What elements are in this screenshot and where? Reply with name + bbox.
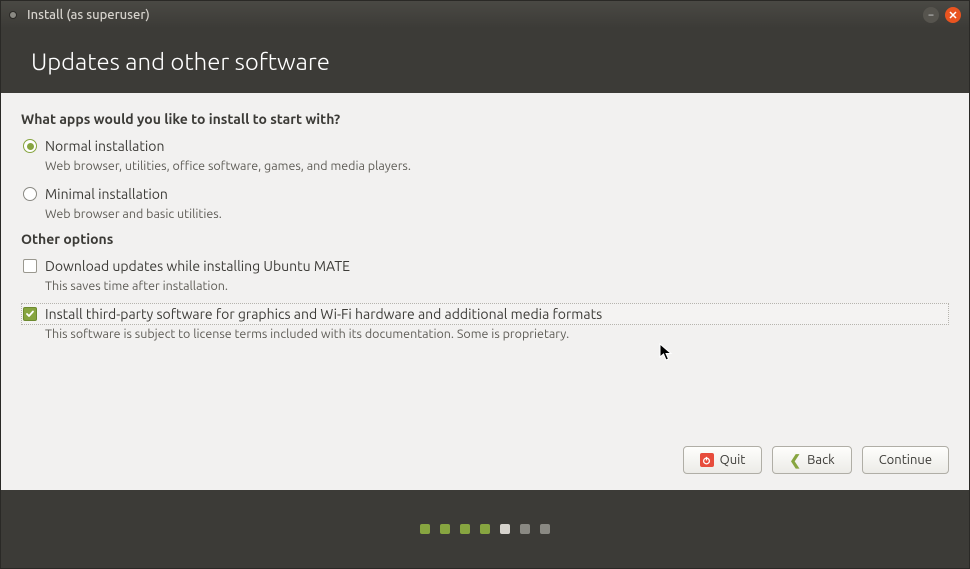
checkbox-icon bbox=[23, 259, 37, 273]
power-icon bbox=[700, 453, 714, 467]
checkbox-third-party[interactable]: Install third-party software for graphic… bbox=[21, 303, 949, 325]
quit-button[interactable]: Quit bbox=[683, 446, 763, 474]
checkbox-thirdparty-desc: This software is subject to license term… bbox=[45, 327, 949, 341]
progress-footer bbox=[1, 490, 969, 568]
install-question: What apps would you like to install to s… bbox=[21, 111, 949, 127]
button-bar: Quit ❮ Back Continue bbox=[21, 426, 949, 474]
button-label: Continue bbox=[879, 453, 932, 467]
app-indicator-icon bbox=[9, 11, 17, 19]
radio-minimal-install[interactable]: Minimal installation bbox=[21, 183, 949, 205]
progress-step bbox=[460, 524, 470, 534]
progress-step bbox=[440, 524, 450, 534]
back-button[interactable]: ❮ Back bbox=[772, 446, 851, 474]
content-area: What apps would you like to install to s… bbox=[1, 93, 969, 490]
radio-label: Minimal installation bbox=[45, 186, 168, 202]
radio-icon bbox=[23, 187, 37, 201]
radio-icon bbox=[23, 139, 37, 153]
titlebar[interactable]: Install (as superuser) – bbox=[1, 1, 969, 28]
radio-minimal-desc: Web browser and basic utilities. bbox=[45, 207, 949, 221]
button-label: Quit bbox=[720, 453, 746, 467]
checkbox-label: Install third-party software for graphic… bbox=[45, 306, 602, 322]
page-header: Updates and other software bbox=[1, 28, 969, 93]
checkbox-label: Download updates while installing Ubuntu… bbox=[45, 258, 350, 274]
close-button[interactable] bbox=[945, 7, 961, 23]
progress-step-current bbox=[500, 524, 510, 534]
progress-step bbox=[520, 524, 530, 534]
installer-window: Install (as superuser) – Updates and oth… bbox=[0, 0, 970, 569]
button-label: Back bbox=[807, 453, 835, 467]
progress-step bbox=[480, 524, 490, 534]
continue-button[interactable]: Continue bbox=[862, 446, 949, 474]
minimize-button[interactable]: – bbox=[923, 7, 939, 23]
progress-step bbox=[540, 524, 550, 534]
page-title: Updates and other software bbox=[31, 48, 330, 75]
chevron-left-icon: ❮ bbox=[789, 452, 801, 469]
radio-normal-desc: Web browser, utilities, office software,… bbox=[45, 159, 949, 173]
checkbox-updates-desc: This saves time after installation. bbox=[45, 279, 949, 293]
other-options-title: Other options bbox=[21, 231, 949, 247]
radio-normal-install[interactable]: Normal installation bbox=[21, 135, 949, 157]
checkbox-icon bbox=[23, 307, 37, 321]
window-title: Install (as superuser) bbox=[27, 8, 150, 22]
radio-label: Normal installation bbox=[45, 138, 164, 154]
checkbox-download-updates[interactable]: Download updates while installing Ubuntu… bbox=[21, 255, 949, 277]
progress-step bbox=[420, 524, 430, 534]
